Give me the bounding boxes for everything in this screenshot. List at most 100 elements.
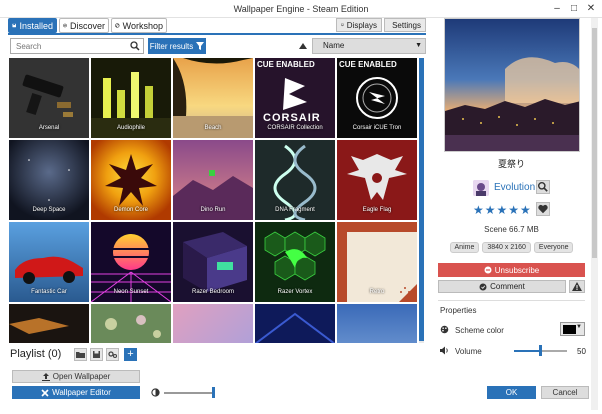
wallpaper-tile-razer-vortex[interactable]: Razer Vortex (255, 222, 335, 302)
report-button[interactable] (569, 280, 585, 293)
sort-select[interactable]: Name ▼ (312, 38, 426, 54)
wallpaper-tile[interactable] (9, 304, 89, 343)
wallpaper-tile[interactable] (255, 304, 335, 343)
wallpaper-grid: Arsenal Audiophile Beach CUE ENABLED COR… (9, 58, 419, 343)
wallpaper-tile-corsair-icue-tron[interactable]: CUE ENABLED Corsair iCUE Tron (337, 58, 417, 138)
wallpaper-tile-neon-sunset[interactable]: Neon Sunset (91, 222, 171, 302)
minimize-button[interactable]: – (550, 2, 564, 16)
installed-icon (12, 23, 17, 28)
wallpaper-tile[interactable] (91, 304, 171, 343)
volume-label: Volume (455, 347, 482, 356)
playlist-label: Playlist (0) (10, 348, 62, 360)
tile-label: Razer Vortex (277, 289, 313, 295)
wallpaper-title: 夏祭り (497, 159, 525, 169)
wallpaper-thumbnail (9, 304, 89, 343)
wallpaper-tile-arsenal[interactable]: Arsenal (9, 58, 89, 138)
filter-results-button[interactable]: Filter results (148, 38, 206, 54)
playlist-save-button[interactable] (90, 348, 103, 361)
tag-chip[interactable]: 3840 x 2160 (482, 242, 531, 253)
brightness-slider[interactable] (164, 387, 215, 398)
window-title: Wallpaper Engine - Steam Edition (233, 4, 369, 14)
tag-list: Anime 3840 x 2160 Everyone (434, 242, 589, 253)
wallpaper-tile-fantastic-car[interactable]: Fantastic Car (9, 222, 89, 302)
tools-icon (41, 388, 49, 397)
wallpaper-tile[interactable] (337, 304, 417, 343)
tile-label: Retro (369, 289, 385, 295)
wallpaper-tile-razer-bedroom[interactable]: Razer Bedroom (173, 222, 253, 302)
natsumatsuri-preview-image (445, 19, 579, 151)
wallpaper-tile-retro[interactable]: Retro (337, 222, 417, 302)
tile-label: Corsair iCUE Tron (352, 125, 402, 131)
unsubscribe-label: Unsubscribe (494, 265, 540, 275)
monitor-icon (341, 23, 344, 27)
author-search-button[interactable] (536, 180, 550, 194)
comment-button[interactable]: Comment (438, 280, 566, 293)
corsair-logo-text: CORSAIR (263, 112, 321, 124)
playlist-load-button[interactable] (74, 348, 87, 361)
wallpaper-editor-button[interactable]: Wallpaper Editor (12, 386, 140, 399)
scheme-color-swatch (563, 325, 576, 334)
tab-workshop-label: Workshop (122, 20, 163, 31)
search-icon (537, 181, 548, 192)
heart-icon (538, 204, 548, 214)
ok-button[interactable]: OK (487, 386, 536, 399)
tile-label: Razer Bedroom (191, 289, 235, 295)
unsubscribe-button[interactable]: Unsubscribe (438, 263, 585, 277)
favorite-button[interactable] (536, 202, 550, 216)
scheme-color-picker[interactable]: ▼ (560, 322, 585, 336)
workshop-icon (115, 23, 120, 28)
wallpaper-tile-demon-core[interactable]: Demon Core (91, 140, 171, 220)
properties-heading: Properties (440, 306, 477, 315)
details-scrollbar-thumb[interactable] (592, 28, 597, 258)
author-name[interactable]: Evolution (494, 182, 535, 193)
sort-direction-icon[interactable] (298, 42, 308, 50)
grid-scrollbar[interactable] (419, 58, 424, 343)
tag-chip[interactable]: Anime (449, 242, 480, 253)
displays-button[interactable]: Displays (336, 18, 382, 32)
settings-button[interactable]: Settings (384, 18, 426, 32)
tile-label: Fantastic Car (31, 289, 67, 295)
tag-chip[interactable]: Everyone (533, 242, 574, 253)
volume-icon (440, 346, 448, 355)
tile-label: Eagle Flag (362, 207, 392, 213)
wallpaper-editor-label: Wallpaper Editor (52, 388, 111, 397)
tab-underline (8, 33, 426, 35)
tile-label: DNA Fragment (275, 207, 315, 213)
volume-slider[interactable] (514, 345, 567, 356)
wallpaper-tile-dino-run[interactable]: Dino Run (173, 140, 253, 220)
wallpaper-tile-corsair-collection[interactable]: CUE ENABLED CORSAIR CORSAIR Collection (255, 58, 335, 138)
tile-label: Deep Space (32, 207, 66, 213)
grid-scrollbar-thumb[interactable] (419, 58, 424, 341)
wallpaper-tile[interactable] (173, 304, 253, 343)
tile-label: Neon Sunset (113, 289, 149, 295)
volume-slider-handle[interactable] (539, 345, 542, 356)
author-avatar[interactable] (473, 180, 489, 196)
open-wallpaper-button[interactable]: Open Wallpaper (12, 370, 140, 383)
comment-icon (479, 283, 487, 290)
search-box[interactable] (10, 38, 144, 54)
wallpaper-tile-audiophile[interactable]: Audiophile (91, 58, 171, 138)
tile-label: Beach (204, 125, 222, 131)
tab-installed-label: Installed (19, 20, 53, 31)
brightness-slider-handle[interactable] (212, 387, 215, 398)
playlist-settings-button[interactable] (106, 348, 119, 361)
wallpaper-thumbnail (173, 304, 253, 343)
playlist-add-button[interactable]: + (124, 348, 137, 361)
search-icon[interactable] (130, 41, 140, 51)
search-input[interactable] (11, 39, 127, 53)
wallpaper-tile-deep-space[interactable]: Deep Space (9, 140, 89, 220)
cancel-button[interactable]: Cancel (541, 386, 589, 399)
details-scrollbar[interactable] (591, 18, 598, 410)
maximize-button[interactable]: □ (567, 2, 581, 16)
close-button[interactable]: ✕ (584, 2, 598, 16)
folder-icon (76, 352, 85, 358)
tab-workshop[interactable]: Workshop (111, 18, 167, 33)
wallpaper-tile-beach[interactable]: Beach (173, 58, 253, 138)
tab-discover[interactable]: Discover (59, 18, 109, 33)
displays-label: Displays (346, 20, 377, 30)
chevron-down-icon: ▼ (415, 42, 422, 49)
tab-installed[interactable]: Installed (8, 18, 57, 33)
avatar-image (473, 180, 489, 196)
wallpaper-tile-dna-fragment[interactable]: DNA Fragment (255, 140, 335, 220)
wallpaper-tile-eagle-flag[interactable]: Eagle Flag (337, 140, 417, 220)
